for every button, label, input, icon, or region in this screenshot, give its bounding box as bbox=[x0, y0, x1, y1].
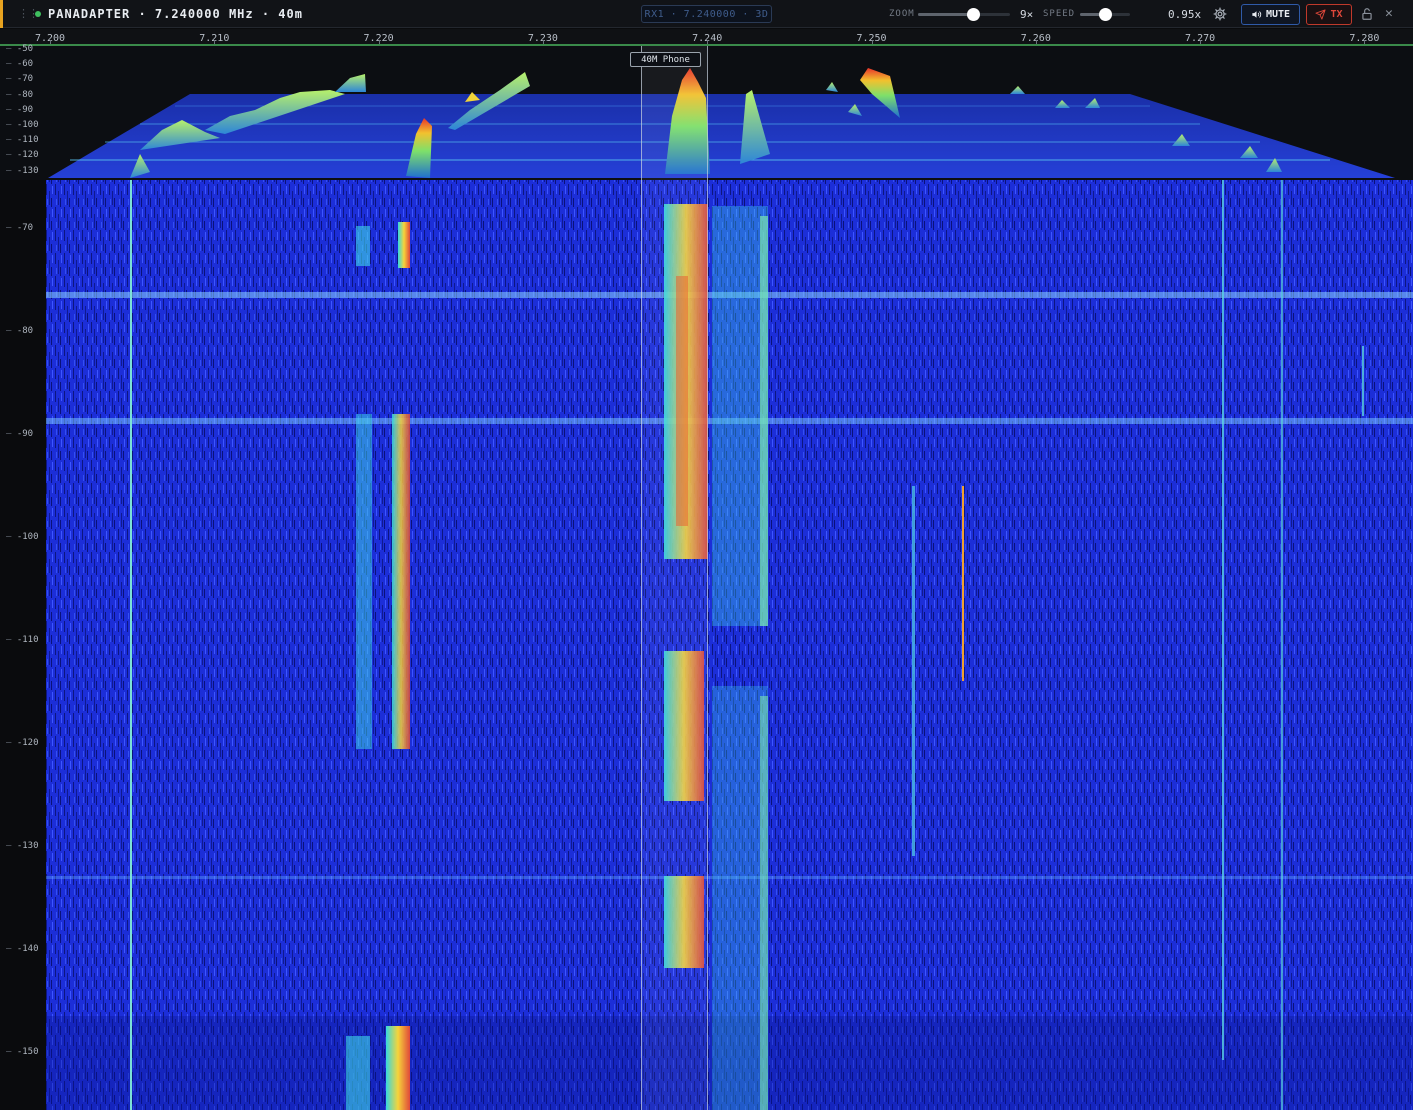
send-icon bbox=[1315, 9, 1327, 20]
signal-trail bbox=[398, 222, 410, 268]
close-icon[interactable]: ✕ bbox=[1385, 7, 1393, 21]
zoom-slider-fill bbox=[918, 13, 974, 16]
freq-tick-mark bbox=[871, 40, 873, 44]
speaker-icon bbox=[1252, 11, 1262, 18]
spectrum-db-label: -70 bbox=[6, 75, 33, 84]
spectrum-db-label: -50 bbox=[6, 45, 33, 54]
waterfall-db-label: -100 bbox=[6, 533, 39, 542]
signal-trail bbox=[356, 226, 370, 266]
rx-passband[interactable] bbox=[641, 46, 707, 1110]
spectrum-db-label: -130 bbox=[6, 166, 39, 176]
freq-tick-mark bbox=[378, 40, 380, 44]
waterfall-db-label: -150 bbox=[6, 1048, 39, 1057]
freq-tick-mark bbox=[1364, 40, 1366, 44]
zoom-slider[interactable] bbox=[918, 8, 1010, 21]
signal-trail bbox=[386, 1026, 410, 1110]
status-dot-icon bbox=[35, 11, 41, 17]
zoom-label: ZOOM bbox=[889, 9, 915, 19]
waterfall-db-label: -130 bbox=[6, 842, 39, 851]
freq-tick-mark bbox=[50, 40, 51, 44]
mute-button[interactable]: MUTE bbox=[1241, 4, 1300, 25]
spectrum-db-label: -120 bbox=[6, 151, 39, 160]
speed-slider-knob[interactable] bbox=[1099, 8, 1112, 21]
window-title: PANADAPTER · 7.240000 MHz · 40m bbox=[48, 7, 303, 21]
carrier-line bbox=[130, 180, 132, 1110]
carrier-line bbox=[912, 486, 915, 856]
signal-trail bbox=[712, 206, 768, 626]
signal-trail bbox=[392, 414, 410, 749]
zoom-slider-knob[interactable] bbox=[967, 8, 981, 21]
waterfall-db-label: -140 bbox=[6, 945, 39, 954]
signal-trail bbox=[760, 216, 768, 626]
freq-tick-mark bbox=[214, 40, 216, 44]
signal-trail bbox=[760, 696, 768, 1110]
db-axis: -50 -60 -70 -80 -90 -100 -110 -120 -130 -70 -80 -90… bbox=[0, 45, 46, 1110]
gear-icon[interactable] bbox=[1213, 7, 1227, 21]
mute-label: MUTE bbox=[1265, 9, 1291, 20]
freq-tick-mark bbox=[707, 40, 709, 44]
waterfall-db-label: -90 bbox=[6, 430, 33, 439]
spectrum-db-label: -90 bbox=[6, 105, 33, 115]
carrier-line bbox=[962, 486, 964, 681]
speed-slider[interactable] bbox=[1080, 8, 1130, 21]
signal-trail bbox=[346, 1036, 370, 1110]
band-label: 40M Phone bbox=[630, 52, 701, 67]
waterfall-db-label: -120 bbox=[6, 739, 39, 748]
tx-label: TX bbox=[1330, 9, 1343, 20]
speed-value: 0.95x bbox=[1168, 8, 1202, 21]
waterfall-db-label: -110 bbox=[6, 636, 39, 645]
tx-button[interactable]: TX bbox=[1306, 4, 1352, 25]
signal-trail bbox=[356, 414, 372, 749]
spectrum-db-label: -100 bbox=[6, 121, 39, 130]
lock-icon[interactable] bbox=[1360, 7, 1374, 21]
frequency-axis[interactable]: 7.200 7.210 7.220 7.230 7.240 7.250 7.260 7.270… bbox=[0, 29, 1413, 46]
carrier-line bbox=[1281, 180, 1283, 1110]
freq-tick-mark bbox=[1200, 40, 1202, 44]
vfo-readout[interactable]: RX1 · 7.240000 · 3D bbox=[641, 5, 772, 23]
accent-edge bbox=[0, 0, 3, 28]
panadapter-canvas[interactable] bbox=[0, 46, 1413, 1110]
spectrum-db-label: -60 bbox=[6, 60, 33, 69]
title-bar: ⋮⋮ PANADAPTER · 7.240000 MHz · 40m RX1 ·… bbox=[0, 0, 1413, 28]
freq-tick-mark bbox=[1035, 40, 1037, 44]
waterfall-db-label: -70 bbox=[6, 224, 33, 233]
signal-trail bbox=[712, 686, 768, 1110]
waterfall-db-label: -80 bbox=[6, 327, 33, 336]
carrier-line bbox=[1362, 346, 1364, 416]
zoom-value: 9× bbox=[1020, 8, 1034, 21]
freq-tick-mark bbox=[542, 40, 544, 44]
speed-label: SPEED bbox=[1043, 9, 1076, 19]
panadapter-display[interactable]: 40M Phone bbox=[0, 46, 1413, 1110]
spectrum-db-label: -110 bbox=[6, 136, 39, 145]
spectrum-db-label: -80 bbox=[6, 90, 33, 100]
carrier-line bbox=[1222, 180, 1224, 1060]
